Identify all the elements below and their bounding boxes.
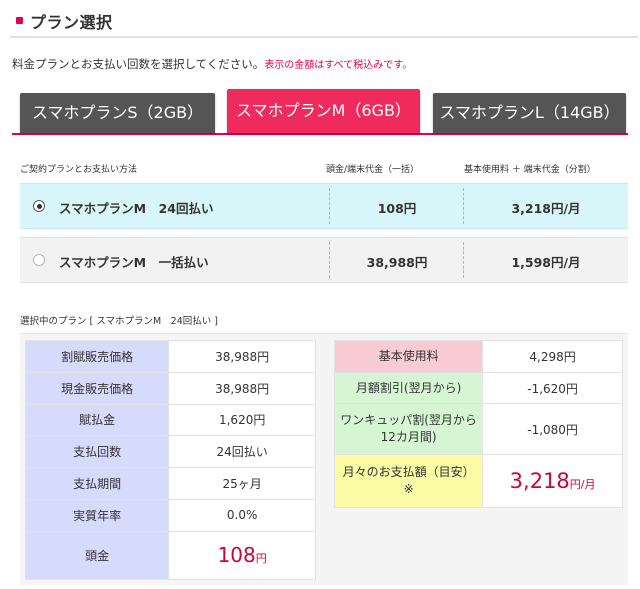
row-label: 月々のお支払額（目安）※ (333, 454, 484, 508)
row-label: ワンキュッパ割(翌月から12カ月間) (333, 403, 484, 455)
payment-option-label: スマホプランM 24回払い (59, 201, 214, 216)
price-breakdown-panel: 割賦販売価格 38,988円 現金販売価格 38,988円 賦払金 1,620円… (20, 333, 628, 585)
row-value: 38,988円 (168, 340, 316, 373)
row-value: -1,080円 (482, 403, 623, 455)
row-label: 頭金 (24, 530, 170, 580)
row-label: 賦払金 (24, 403, 170, 437)
row-value: 25ヶ月 (168, 467, 316, 500)
monthly-payment-unit: 円/月 (569, 478, 596, 491)
plan-tabs: スマホプランS（2GB） スマホプランM（6GB） スマホプランL（14GB） (12, 89, 628, 135)
row-value: 38,988円 (168, 371, 316, 405)
row-value: 4,298円 (482, 340, 623, 373)
monthly-breakdown-table: 基本使用料 4,298円 月額割引(翌月から) -1,620円 ワンキュッパ割(… (333, 340, 623, 508)
section-header: プラン選択 (10, 4, 638, 38)
monthly-value: 1,598円/月 (511, 255, 581, 270)
row-label: 割賦販売価格 (24, 340, 170, 373)
tab-plan-s[interactable]: スマホプランS（2GB） (20, 93, 215, 133)
down-payment-number: 108 (217, 543, 256, 568)
row-value: 1,620円 (168, 403, 316, 437)
table-row: 現金販売価格 38,988円 (24, 371, 316, 405)
monthly-payment-total: 3,218円/月 (482, 454, 623, 508)
tax-note: 表示の金額はすべて税込みです。 (264, 60, 413, 71)
table-row: 実質年率 0.0% (24, 498, 316, 532)
radio-checked-icon[interactable] (33, 200, 45, 212)
row-label: 月額割引(翌月から) (333, 372, 484, 404)
down-payment-unit: 円 (255, 552, 267, 566)
payment-option-24[interactable]: スマホプランM 24回払い 108円 3,218円/月 (20, 183, 628, 229)
installment-breakdown-table: 割賦販売価格 38,988円 現金販売価格 38,988円 賦払金 1,620円… (24, 340, 316, 580)
payment-option-label: スマホプランM 一括払い (59, 255, 209, 270)
section-title: プラン選択 (30, 13, 113, 32)
intro-instruction: 料金プランとお支払い回数を選択してください。 (12, 57, 265, 71)
table-row: 月額割引(翌月から) -1,620円 (333, 372, 623, 404)
monthly-value: 3,218円/月 (511, 201, 581, 216)
table-row: 割賦販売価格 38,988円 (24, 340, 316, 373)
table-row: 支払回数 24回払い (24, 435, 316, 469)
header-monthly: 基本使用料 ＋ 端末代金（分割） (464, 165, 596, 175)
header-payment-method: ご契約プランとお支払い方法 (20, 165, 138, 175)
row-label: 現金販売価格 (24, 371, 170, 405)
selected-plan-caption: 選択中のプラン [ スマホプランM 24回払い ] (20, 316, 218, 327)
table-row: 支払期間 25ヶ月 (24, 467, 316, 500)
table-row: 基本使用料 4,298円 (333, 340, 623, 373)
row-value: 24回払い (168, 435, 316, 469)
down-payment-total: 108円 (168, 530, 316, 580)
table-row: ワンキュッパ割(翌月から12カ月間) -1,080円 (333, 403, 623, 455)
intro-text: 料金プランとお支払い回数を選択してください。表示の金額はすべて税込みです。 (12, 56, 412, 72)
tab-plan-m[interactable]: スマホプランM（6GB） (227, 89, 420, 133)
row-label: 支払期間 (24, 467, 170, 500)
monthly-payment-number: 3,218 (509, 469, 570, 493)
row-label: 支払回数 (24, 435, 170, 469)
down-payment-value: 108円 (377, 201, 417, 216)
payment-option-lump-sum[interactable]: スマホプランM 一括払い 38,988円 1,598円/月 (20, 237, 628, 283)
square-bullet-icon (16, 17, 23, 24)
row-value: 0.0% (168, 498, 316, 532)
table-row: 月々のお支払額（目安）※ 3,218円/月 (333, 454, 623, 508)
row-label: 基本使用料 (333, 340, 484, 373)
tab-plan-l[interactable]: スマホプランL（14GB） (433, 93, 626, 133)
header-down-payment: 頭金/端末代金（一括） (326, 165, 420, 175)
row-label: 実質年率 (24, 498, 170, 532)
table-row: 賦払金 1,620円 (24, 403, 316, 437)
down-payment-value: 38,988円 (366, 255, 428, 270)
table-row: 頭金 108円 (24, 530, 316, 580)
row-value: -1,620円 (482, 372, 623, 404)
radio-unchecked-icon[interactable] (33, 254, 45, 266)
